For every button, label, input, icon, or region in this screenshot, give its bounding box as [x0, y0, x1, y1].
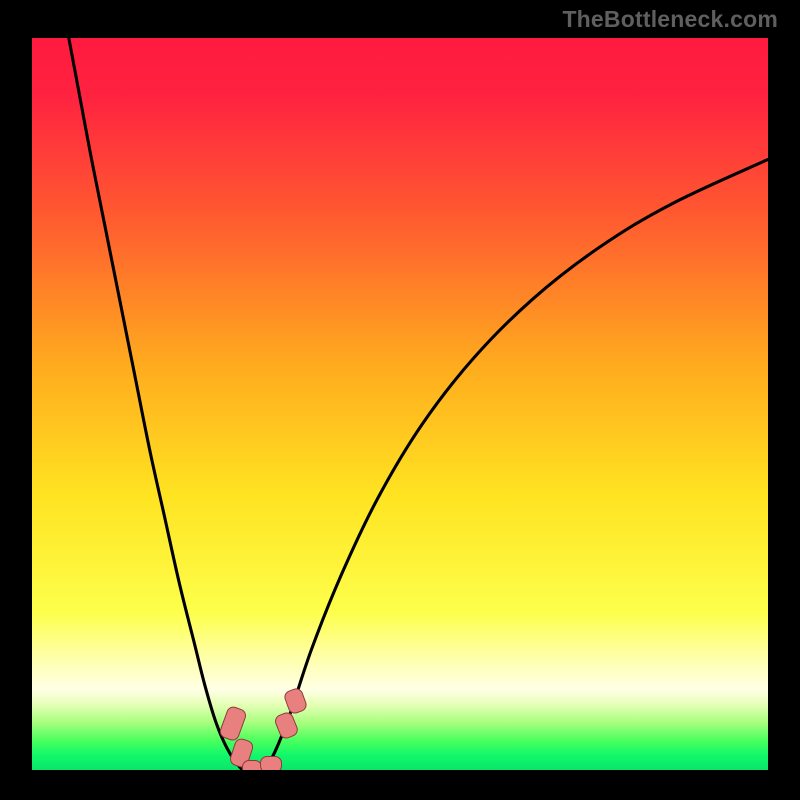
curve-right-branch [253, 159, 768, 770]
watermark-text: TheBottleneck.com [562, 6, 778, 33]
plot-area [32, 38, 768, 770]
marker-bottom-2 [260, 756, 282, 770]
curve-left-branch [69, 38, 253, 770]
chart-frame: TheBottleneck.com [0, 0, 800, 800]
curve-layer [32, 38, 768, 770]
